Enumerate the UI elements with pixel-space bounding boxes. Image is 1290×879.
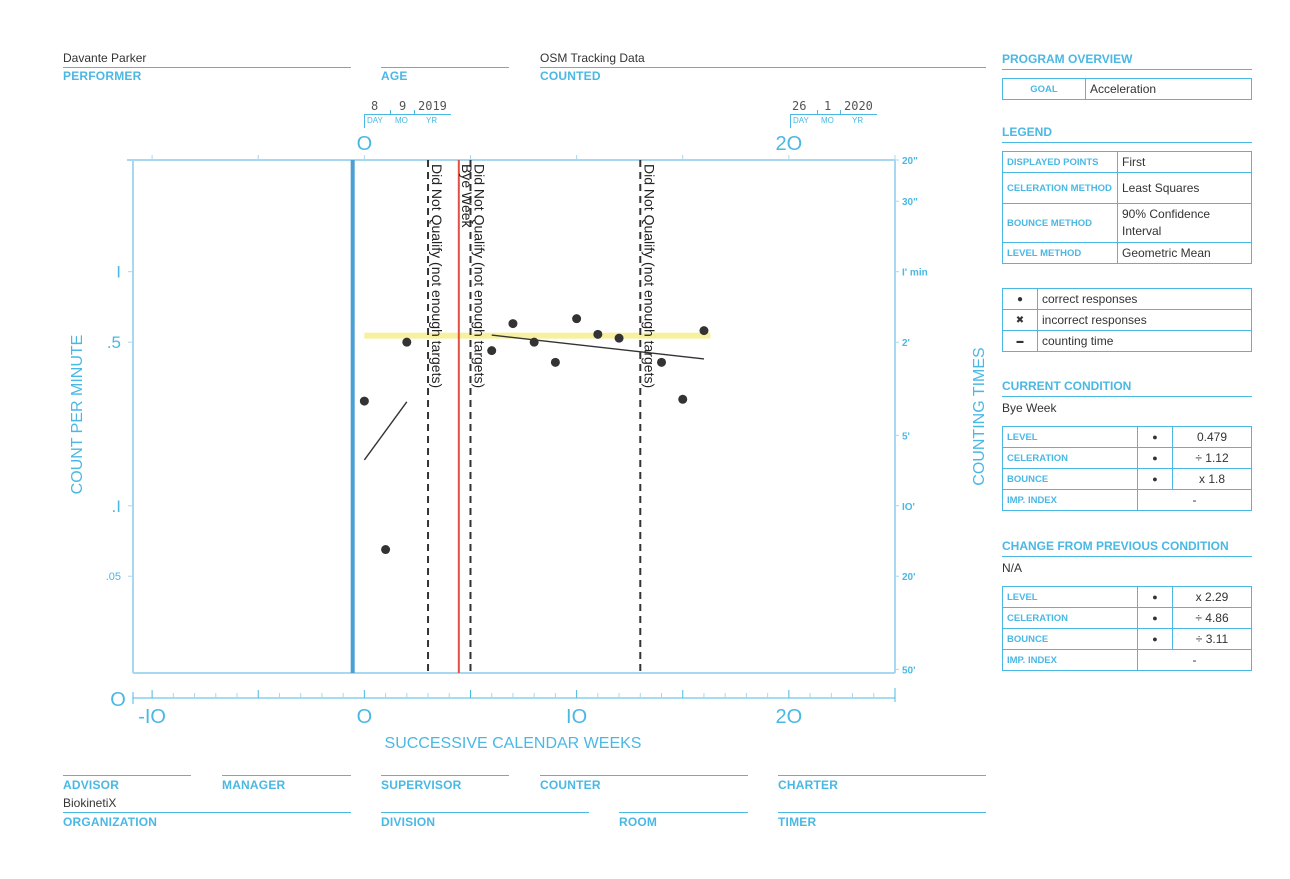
program-overview-table: GOAL Acceleration: [1002, 78, 1252, 100]
x-icon: ✖: [1002, 309, 1038, 331]
change-title: CHANGE FROM PREVIOUS CONDITION: [1002, 539, 1252, 557]
change-name: N/A: [1002, 561, 1023, 575]
room-label: ROOM: [619, 815, 658, 829]
data-point: [381, 545, 391, 555]
program-overview-title: PROGRAM OVERVIEW: [1002, 52, 1252, 70]
data-point: [657, 357, 667, 367]
stat-row-level: LEVEL ● x 2.29: [1002, 586, 1252, 608]
legend-row: BOUNCE METHOD 90% Confidence Interval: [1002, 203, 1252, 243]
phase-line-label: Did Not Qualify (not enough targets): [471, 164, 487, 388]
right-axis-tick-label: 50': [902, 665, 916, 676]
stat-row-imp-index: IMP. INDEX -: [1002, 489, 1252, 511]
stat-row-imp-index: IMP. INDEX -: [1002, 649, 1252, 671]
manager-label: MANAGER: [222, 778, 286, 792]
charter-label: CHARTER: [778, 778, 839, 792]
data-point: [529, 337, 539, 347]
counter-line: [540, 775, 748, 776]
dot-icon: ●: [1137, 447, 1173, 469]
organization-value: BiokinetiX: [63, 796, 117, 810]
symbol-row: ✖ incorrect responses: [1002, 309, 1252, 331]
bottom-axis-tick-label: IO: [566, 706, 587, 728]
manager-line: [222, 775, 351, 776]
legend-row: DISPLAYED POINTS First: [1002, 151, 1252, 173]
dot-icon: ●: [1137, 628, 1173, 650]
supervisor-label: SUPERVISOR: [381, 778, 462, 792]
legend-title: LEGEND: [1002, 125, 1252, 143]
right-axis-tick-label: 2': [902, 338, 910, 349]
data-point: [487, 346, 497, 356]
dash-icon: ▬: [1002, 330, 1038, 352]
stat-row-bounce: BOUNCE ● x 1.8: [1002, 468, 1252, 490]
goal-row: GOAL Acceleration: [1002, 78, 1252, 100]
goal-label: GOAL: [1002, 78, 1086, 100]
left-axis-tick-label: I: [116, 263, 121, 282]
data-point: [550, 357, 560, 367]
current-condition-name: Bye Week: [1002, 401, 1057, 415]
left-axis-tick-label: .05: [106, 571, 121, 583]
current-condition-table: LEVEL ● 0.479 CELERATION ● ÷ 1.12 BOUNCE ● x 1…: [1002, 426, 1252, 511]
division-label: DIVISION: [381, 815, 436, 829]
data-point: [572, 314, 582, 324]
phase-line-label: Did Not Qualify (not enough targets): [641, 164, 657, 388]
right-axis-tick-label: 20': [902, 572, 916, 583]
division-line: [381, 812, 589, 813]
right-axis-tick-label: IO': [902, 502, 915, 513]
organization-line: [63, 812, 351, 813]
symbol-row: ▬ counting time: [1002, 330, 1252, 352]
dot-icon: ●: [1137, 468, 1173, 490]
legend-table: DISPLAYED POINTS First CELERATION METHOD L…: [1002, 151, 1252, 264]
advisor-line: [63, 775, 191, 776]
change-table: LEVEL ● x 2.29 CELERATION ● ÷ 4.86 BOUNCE ● ÷ …: [1002, 586, 1252, 671]
bottom-axis-tick-label: 2O: [776, 706, 803, 728]
legend-row: LEVEL METHOD Geometric Mean: [1002, 242, 1252, 264]
data-point: [593, 329, 603, 339]
level-band: [364, 332, 711, 339]
stat-row-bounce: BOUNCE ● ÷ 3.11: [1002, 628, 1252, 650]
data-point: [508, 319, 518, 329]
data-point: [359, 396, 369, 406]
dot-icon: ●: [1002, 288, 1038, 310]
organization-label: ORGANIZATION: [63, 815, 158, 829]
dot-icon: ●: [1137, 586, 1173, 608]
charter-line: [778, 775, 986, 776]
stat-row-celeration: CELERATION ● ÷ 1.12: [1002, 447, 1252, 469]
bottom-axis-tick-label: -IO: [138, 706, 166, 728]
right-axis-tick-label: 30": [902, 197, 918, 208]
celeration-line: [363, 401, 408, 461]
legend-row: CELERATION METHOD Least Squares: [1002, 172, 1252, 204]
x-axis-label: SUCCESSIVE CALENDAR WEEKS: [385, 735, 642, 752]
symbol-legend-table: ● correct responses ✖ incorrect response…: [1002, 288, 1252, 352]
left-axis-tick-label: .5: [107, 333, 121, 352]
stat-row-level: LEVEL ● 0.479: [1002, 426, 1252, 448]
stat-row-celeration: CELERATION ● ÷ 4.86: [1002, 607, 1252, 629]
dot-icon: ●: [1137, 426, 1173, 448]
right-axis-tick-label: 20": [902, 156, 918, 167]
dot-icon: ●: [1137, 607, 1173, 629]
left-axis-tick-label: .I: [112, 497, 121, 516]
right-axis-tick-label: 5': [902, 431, 910, 442]
y-axis-label: COUNT PER MINUTE: [69, 335, 86, 495]
timer-line: [778, 812, 986, 813]
right-axis-tick-label: I' min: [902, 268, 928, 279]
phase-line-label: Did Not Qualify (not enough targets): [429, 164, 445, 388]
goal-value: Acceleration: [1085, 78, 1252, 100]
timer-label: TIMER: [778, 815, 817, 829]
data-point: [678, 394, 688, 404]
data-point: [402, 337, 412, 347]
counter-label: COUNTER: [540, 778, 601, 792]
bottom-axis-tick-label: O: [357, 706, 373, 728]
data-point: [699, 326, 709, 336]
supervisor-line: [381, 775, 509, 776]
y-axis-label-right: COUNTING TIMES: [971, 347, 988, 485]
zero-line-label: O: [110, 689, 126, 711]
room-line: [619, 812, 748, 813]
symbol-row: ● correct responses: [1002, 288, 1252, 310]
data-point: [614, 333, 624, 343]
top-axis-tick-label: 2O: [776, 133, 803, 155]
advisor-label: ADVISOR: [63, 778, 120, 792]
top-axis-tick-label: O: [357, 133, 373, 155]
current-condition-title: CURRENT CONDITION: [1002, 379, 1252, 397]
